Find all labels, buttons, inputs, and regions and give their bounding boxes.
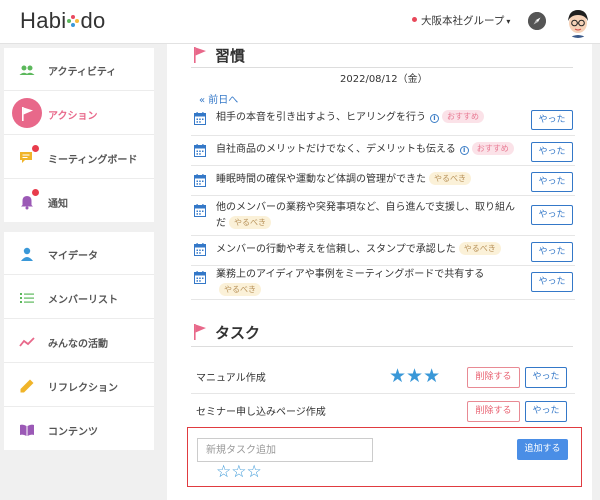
task-name: マニュアル作成 xyxy=(196,373,266,384)
sidebar-item-notifications[interactable]: 通知 xyxy=(4,180,154,223)
divider xyxy=(191,67,573,68)
done-button[interactable]: やった xyxy=(531,242,573,262)
current-date: 2022/08/12（金） xyxy=(340,74,428,85)
notification-badge xyxy=(32,145,39,152)
done-button[interactable]: やった xyxy=(525,367,567,388)
habit-row: 睡眠時間の確保や運動など体調の管理ができた やるべき やった xyxy=(191,166,575,196)
habits-title: 習慣 xyxy=(215,47,246,65)
calendar-icon xyxy=(194,204,206,217)
habido-logo[interactable]: Habi do xyxy=(20,8,106,34)
calendar-icon xyxy=(194,144,206,157)
habit-text: 自社商品のメリットだけでなく、デメリットも伝える i おすすめ xyxy=(216,142,521,158)
tag-required: やるべき xyxy=(229,216,271,229)
sidebar-item-my-data[interactable]: マイデータ xyxy=(4,232,154,275)
flower-logo-icon xyxy=(67,15,80,27)
group-selector[interactable]: 大阪本社グループ ▾ xyxy=(412,13,510,28)
sidebar-item-label: みんなの活動 xyxy=(48,339,108,350)
book-icon xyxy=(20,424,34,436)
caret-down-icon: ▾ xyxy=(506,17,511,26)
done-button[interactable]: やった xyxy=(531,142,573,162)
logo-text-right: do xyxy=(80,8,106,33)
habit-text: 相手の本音を引き出すよう、ヒアリングを行う i おすすめ xyxy=(216,110,521,126)
calendar-icon xyxy=(194,174,206,187)
user-icon xyxy=(21,247,33,261)
delete-button[interactable]: 削除する xyxy=(467,367,520,388)
task-row: マニュアル作成 ★★★ 削除する やった xyxy=(191,360,575,394)
delete-button[interactable]: 削除する xyxy=(467,401,520,422)
list-icon xyxy=(20,293,34,303)
add-task-button[interactable]: 追加する xyxy=(517,439,568,460)
sidebar-item-contents[interactable]: コンテンツ xyxy=(4,408,154,451)
sidebar-item-label: アクティビティ xyxy=(48,67,117,78)
flag-icon xyxy=(22,107,33,121)
sidebar-item-reflection[interactable]: リフレクション xyxy=(4,364,154,407)
habit-text: 他のメンバーの業務や突発事項など、自ら進んで支援し、取り組んだ やるべき xyxy=(216,202,515,229)
logo-text-left: Habi xyxy=(20,8,67,33)
sidebar-item-activity[interactable]: アクティビティ xyxy=(4,48,154,91)
sidebar-item-action[interactable]: アクション xyxy=(4,92,154,135)
sidebar-item-everyone-activity[interactable]: みんなの活動 xyxy=(4,320,154,363)
done-button[interactable]: やった xyxy=(531,110,573,130)
habit-row: 相手の本音を引き出すよう、ヒアリングを行う i おすすめ やった xyxy=(191,106,575,136)
tag-required: やるべき xyxy=(429,172,471,185)
app-header: Habi do 大阪本社グループ ▾ xyxy=(0,0,600,44)
trend-icon xyxy=(19,337,35,347)
habit-text: メンバーの行動や考えを信頼し、スタンプで承認した やるべき xyxy=(216,242,521,258)
flag-icon xyxy=(194,324,206,340)
prev-day-link[interactable]: « 前日へ xyxy=(199,91,238,106)
habit-text: 睡眠時間の確保や運動など体調の管理ができた やるべき xyxy=(216,172,521,188)
tag-required: やるべき xyxy=(219,283,261,296)
habit-row: 自社商品のメリットだけでなく、デメリットも伝える i おすすめ やった xyxy=(191,136,575,166)
sidebar-item-label: リフレクション xyxy=(48,383,118,394)
tag-recommended: おすすめ xyxy=(471,142,514,155)
group-name: 大阪本社グループ xyxy=(421,15,505,27)
tasks-title: タスク xyxy=(215,324,261,342)
sidebar-secondary: マイデータ メンバーリスト みんなの活動 リフレクション コンテンツ xyxy=(4,232,154,450)
done-button[interactable]: やった xyxy=(525,401,567,422)
sidebar-item-member-list[interactable]: メンバーリスト xyxy=(4,276,154,319)
tag-required: やるべき xyxy=(458,242,501,255)
done-button[interactable]: やった xyxy=(531,205,573,225)
pencil-icon xyxy=(20,379,34,393)
task-name: セミナー申し込みページ作成 xyxy=(196,407,326,418)
sidebar-item-label: メンバーリスト xyxy=(48,295,118,306)
sidebar-item-label: 通知 xyxy=(48,199,68,210)
info-icon[interactable]: i xyxy=(459,146,469,155)
new-task-form: ☆☆☆ 追加する xyxy=(187,427,582,487)
group-dot-icon xyxy=(412,17,417,22)
habit-text: 業務上のアイディアや事例をミーティングボードで共有するやるべき xyxy=(216,269,485,296)
info-icon[interactable]: i xyxy=(430,114,439,123)
new-task-star-rating[interactable]: ☆☆☆ xyxy=(216,462,262,482)
star-rating[interactable]: ★★★ xyxy=(389,365,440,387)
flag-icon xyxy=(194,47,206,63)
tag-recommended: おすすめ xyxy=(442,110,484,123)
notification-badge xyxy=(32,189,39,196)
calendar-icon xyxy=(194,271,206,284)
done-button[interactable]: やった xyxy=(531,172,573,192)
sidebar-item-label: マイデータ xyxy=(48,251,98,262)
sidebar-item-label: アクション xyxy=(48,111,98,122)
habit-row: メンバーの行動や考えを信頼し、スタンプで承認した やるべき やった xyxy=(191,236,575,266)
compass-icon[interactable] xyxy=(528,12,546,30)
sidebar-primary: アクティビティ アクション ミーティングボード 通知 xyxy=(4,48,154,222)
sidebar-item-label: コンテンツ xyxy=(48,427,98,438)
divider xyxy=(191,346,573,347)
calendar-icon xyxy=(194,243,206,256)
people-icon xyxy=(19,65,35,75)
habit-row: 他のメンバーの業務や突発事項など、自ら進んで支援し、取り組んだ やるべき やった xyxy=(191,196,575,236)
user-avatar[interactable] xyxy=(563,6,593,38)
sidebar-item-label: ミーティングボード xyxy=(48,155,138,166)
new-task-input[interactable] xyxy=(197,438,373,462)
main-content: 習慣 2022/08/12（金） « 前日へ 相手の本音を引き出すよう、ヒアリン… xyxy=(167,44,592,500)
calendar-icon xyxy=(194,112,206,125)
task-row: セミナー申し込みページ作成 削除する やった xyxy=(191,394,575,428)
done-button[interactable]: やった xyxy=(531,272,573,292)
sidebar-item-meeting-board[interactable]: ミーティングボード xyxy=(4,136,154,179)
habit-row: 業務上のアイディアや事例をミーティングボードで共有するやるべき やった xyxy=(191,266,575,300)
